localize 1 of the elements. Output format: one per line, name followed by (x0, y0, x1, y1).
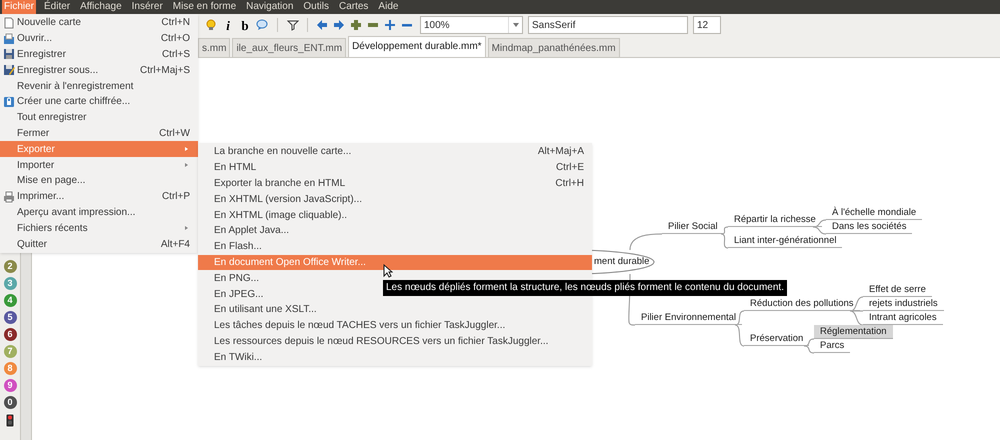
tooltip: Les nœuds dépliés forment la structure, les nœuds pliés forment le contenu du document. (383, 280, 787, 296)
